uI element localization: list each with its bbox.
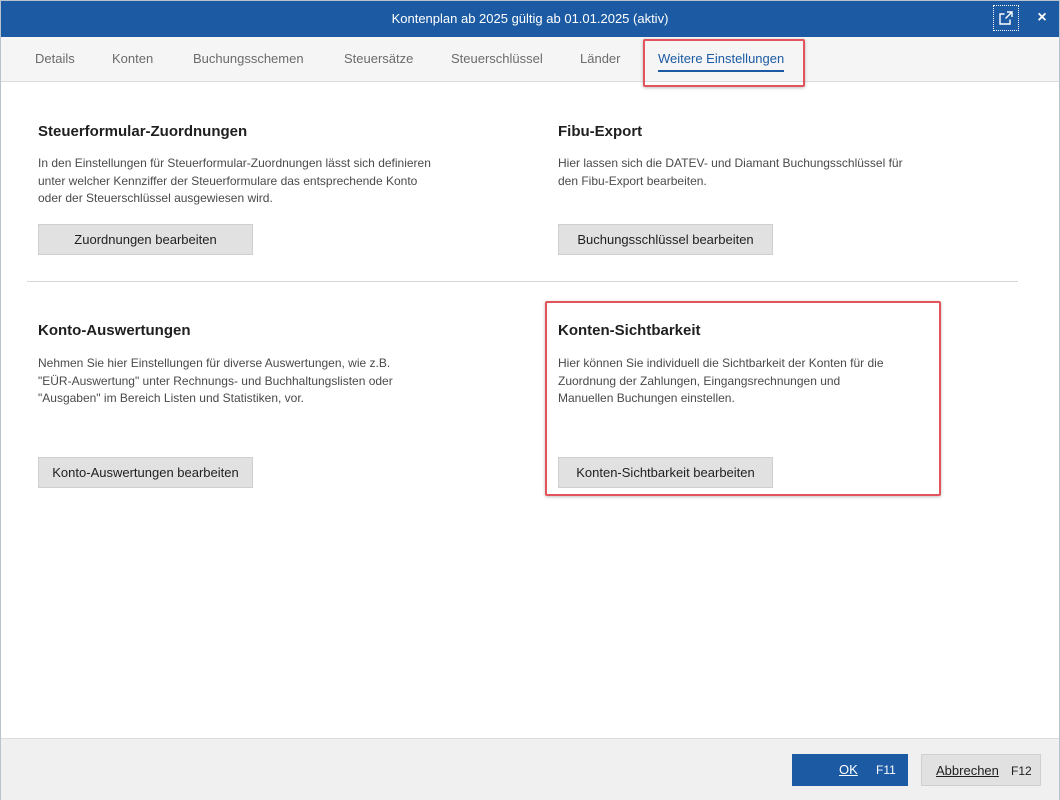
tab-steuersaetze[interactable]: Steuersätze xyxy=(344,37,413,81)
tab-steuerschluessel[interactable]: Steuerschlüssel xyxy=(451,37,543,81)
ok-button[interactable]: OK F11 xyxy=(792,754,908,786)
tab-buchungsschemen[interactable]: Buchungsschemen xyxy=(193,37,304,81)
konten-sichtbarkeit-bearbeiten-button[interactable]: Konten-Sichtbarkeit bearbeiten xyxy=(558,457,773,488)
dialog-window: Kontenplan ab 2025 gültig ab 01.01.2025 … xyxy=(0,0,1060,800)
section-divider xyxy=(27,281,1018,282)
fibu-description: Hier lassen sich die DATEV- und Diamant … xyxy=(558,156,903,188)
window-title: Kontenplan ab 2025 gültig ab 01.01.2025 … xyxy=(391,11,669,26)
tab-label: Steuerschlüssel xyxy=(451,51,543,66)
konto-auswertungen-bearbeiten-button[interactable]: Konto-Auswertungen bearbeiten xyxy=(38,457,253,488)
sichtbarkeit-description: Hier können Sie individuell die Sichtbar… xyxy=(558,356,884,405)
ok-shortcut: F11 xyxy=(876,763,896,777)
steuerformular-description: In den Einstellungen für Steuerformular-… xyxy=(38,156,431,205)
tab-label: Details xyxy=(35,51,75,66)
tab-weitere-einstellungen[interactable]: Weitere Einstellungen xyxy=(658,37,785,81)
tab-label: Länder xyxy=(580,51,621,66)
cancel-button[interactable]: Abbrechen F12 xyxy=(921,754,1041,786)
tab-label: Steuersätze xyxy=(344,51,414,66)
tab-bar: Details Konten Buchungsschemen Steuersät… xyxy=(1,37,1059,82)
ok-label: OK xyxy=(839,762,858,777)
external-link-icon xyxy=(999,11,1013,25)
cancel-label: Abbrechen xyxy=(936,763,999,778)
tab-label: Buchungsschemen xyxy=(193,51,304,66)
auswertungen-description: Nehmen Sie hier Einstellungen für divers… xyxy=(38,356,393,405)
tab-label: Konten xyxy=(112,51,154,66)
close-button[interactable]: × xyxy=(1029,5,1055,31)
close-icon: × xyxy=(1037,9,1047,26)
popout-button[interactable] xyxy=(993,5,1019,31)
active-tab-indicator xyxy=(658,70,785,72)
tab-konten[interactable]: Konten xyxy=(112,37,153,81)
fibu-title: Fibu-Export xyxy=(558,123,643,140)
sichtbarkeit-title: Konten-Sichtbarkeit xyxy=(558,322,701,339)
steuerformular-title: Steuerformular-Zuordnungen xyxy=(38,123,248,140)
buchungsschluessel-bearbeiten-button[interactable]: Buchungsschlüssel bearbeiten xyxy=(558,224,773,255)
cancel-shortcut: F12 xyxy=(1011,764,1032,778)
tab-laender[interactable]: Länder xyxy=(580,37,620,81)
tab-label: Weitere Einstellungen xyxy=(658,51,785,66)
title-bar: Kontenplan ab 2025 gültig ab 01.01.2025 … xyxy=(1,1,1059,37)
auswertungen-title: Konto-Auswertungen xyxy=(38,322,191,339)
zuordnungen-bearbeiten-button[interactable]: Zuordnungen bearbeiten xyxy=(38,224,253,255)
tab-details[interactable]: Details xyxy=(35,37,75,81)
dialog-footer: OK F11 Abbrechen F12 xyxy=(1,738,1059,800)
